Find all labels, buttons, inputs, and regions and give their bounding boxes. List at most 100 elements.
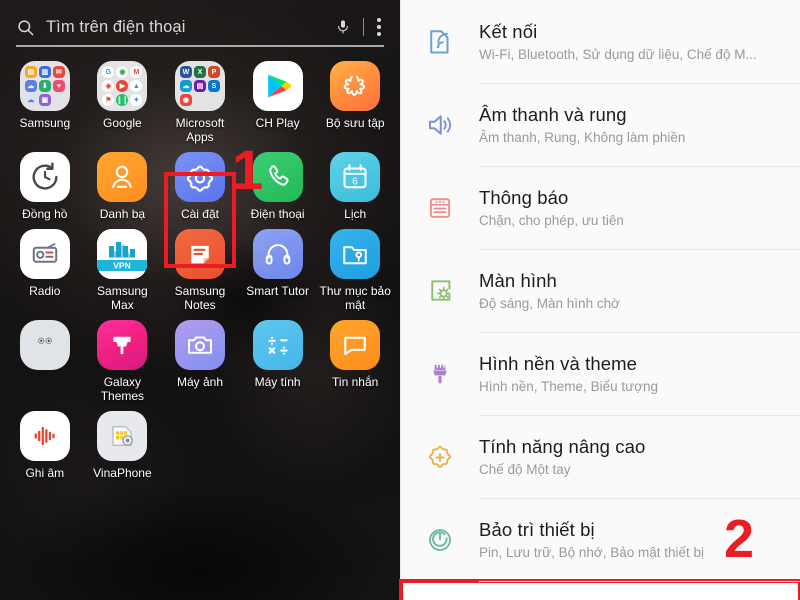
settings-row-text: Âm thanh và rung Âm thanh, Rung, Không l…: [479, 103, 786, 147]
samsung-max-vpn-icon: VPN: [97, 229, 148, 279]
settings-row-subtitle: Chặn, cho phép, ưu tiên: [479, 212, 624, 228]
settings-row-device-maintenance[interactable]: Bảo trì thiết bị Pin, Lưu trữ, Bộ nhớ, B…: [401, 498, 800, 581]
app-item-calculator[interactable]: Máy tính: [239, 320, 317, 403]
settings-row-text: Hình nền và theme Hình nền, Theme, Biểu …: [479, 352, 786, 396]
settings-row-sound-vibration[interactable]: Âm thanh và rung Âm thanh, Rung, Không l…: [401, 83, 800, 166]
settings-row-advanced-features[interactable]: Tính năng nâng cao Chế độ Một tay: [401, 415, 800, 498]
settings-row-title: Kết nối: [479, 20, 538, 42]
app-label: Danh bạ: [99, 207, 146, 221]
messages-icon: [330, 320, 381, 370]
app-label: Radio: [29, 284, 61, 298]
app-item-camera[interactable]: Máy ảnh: [161, 320, 239, 403]
app-item-galaxy-themes[interactable]: Galaxy Themes: [84, 320, 162, 403]
app-item-microsoft-apps[interactable]: WXP ☁ ▤ S ◉ Microsoft Apps: [161, 61, 239, 144]
settings-row-text: Màn hình Độ sáng, Màn hình chờ: [479, 269, 786, 313]
settings-row-subtitle: Độ sáng, Màn hình chờ: [479, 295, 620, 311]
app-item-google[interactable]: G ◉ M ◈ ▶ ▲ ⚑ ❙❙ ✦ Google: [84, 61, 162, 144]
radio-icon: [19, 229, 70, 279]
calculator-icon: [252, 320, 303, 370]
contacts-icon: [97, 152, 148, 202]
clock-icon: [19, 152, 70, 202]
google-play-icon: [252, 61, 303, 111]
home-screen-panel: Tìm trên điện thoại ▤ ▥ ✉ ☁ ⬇ ♥ ☁ ▣ Samsung: [0, 0, 400, 600]
app-label: Tin nhắn: [332, 375, 379, 389]
search-placeholder: Tìm trên điện thoại: [46, 17, 186, 36]
settings-row-subtitle: Hình nền, Theme, Biểu tượng: [479, 378, 658, 394]
app-item-calendar[interactable]: 6 Lịch: [316, 152, 394, 221]
app-item-radio[interactable]: Radio: [6, 229, 84, 312]
svg-text:VPN: VPN: [114, 261, 131, 271]
advanced-features-icon: [419, 442, 461, 472]
settings-row-text: Thông báo Chặn, cho phép, ưu tiên: [479, 186, 786, 230]
app-item-clock[interactable]: Đồng hồ: [6, 152, 84, 221]
app-item-samsung-notes[interactable]: Samsung Notes: [161, 229, 239, 312]
microphone-icon[interactable]: [335, 16, 351, 38]
settings-row-title: Tính năng nâng cao: [479, 435, 646, 457]
app-item-secure-folder[interactable]: Thư mục bảo mật: [316, 229, 394, 312]
app-label: Google: [103, 116, 142, 130]
samsung-folder-icon: ▤ ▥ ✉ ☁ ⬇ ♥ ☁ ▣: [19, 61, 70, 111]
sim-card-icon: [97, 411, 148, 461]
app-item-robot[interactable]: [6, 320, 84, 403]
settings-row-title: Âm thanh và rung: [479, 103, 627, 125]
connections-icon: [419, 27, 461, 57]
app-label: Microsoft Apps: [175, 116, 225, 144]
secure-folder-icon: [330, 229, 381, 279]
google-folder-icon: G ◉ M ◈ ▶ ▲ ⚑ ❙❙ ✦: [97, 61, 148, 111]
app-label: Bộ sưu tập: [325, 116, 385, 130]
app-label: Máy ảnh: [176, 375, 223, 389]
settings-row-text: Tính năng nâng cao Chế độ Một tay: [479, 435, 786, 479]
app-item-messages[interactable]: Tin nhắn: [316, 320, 394, 403]
app-label: VinaPhone: [93, 466, 152, 480]
voice-recorder-icon: [19, 411, 70, 461]
app-label: Cài đặt: [180, 207, 219, 221]
annotation-marker-1: 1: [232, 138, 264, 201]
settings-row-title: Màn hình: [479, 269, 557, 291]
app-label: Lịch: [344, 207, 367, 221]
settings-row-wallpaper-theme[interactable]: Hình nền và theme Hình nền, Theme, Biểu …: [401, 332, 800, 415]
app-item-vinaphone[interactable]: VinaPhone: [84, 411, 162, 480]
settings-gear-icon: [174, 152, 225, 202]
app-label: Điện thoại: [250, 207, 305, 221]
settings-list-panel: Kết nối Wi-Fi, Bluetooth, Sử dụng dữ liệ…: [399, 0, 800, 600]
settings-row-subtitle: Âm thanh, Rung, Không làm phiền: [479, 129, 686, 145]
search-bar[interactable]: Tìm trên điện thoại: [16, 9, 384, 47]
app-grid: ▤ ▥ ✉ ☁ ⬇ ♥ ☁ ▣ Samsung G ◉ M ◈ ▶ ▲ ⚑ ❙❙ ✦ Google: [0, 47, 400, 480]
more-options-icon[interactable]: [377, 18, 381, 36]
app-label: Samsung: [19, 116, 71, 130]
settings-row-apps[interactable]: Ứng dụng Ứng dụng mặc định, Cấp quyền ứn…: [399, 579, 800, 600]
gallery-icon: [330, 61, 381, 111]
app-item-ch-play[interactable]: CH Play: [239, 61, 317, 144]
screenshot-root: Tìm trên điện thoại ▤ ▥ ✉ ☁ ⬇ ♥ ☁ ▣ Samsung: [0, 0, 800, 600]
app-item-samsung[interactable]: ▤ ▥ ✉ ☁ ⬇ ♥ ☁ ▣ Samsung: [6, 61, 84, 144]
app-item-settings[interactable]: Cài đặt: [161, 152, 239, 221]
settings-row-notifications[interactable]: Thông báo Chặn, cho phép, ưu tiên: [401, 166, 800, 249]
samsung-notes-icon: [174, 229, 225, 279]
settings-row-text: Kết nối Wi-Fi, Bluetooth, Sử dụng dữ liệ…: [479, 20, 786, 64]
app-item-gallery[interactable]: Bộ sưu tập: [316, 61, 394, 144]
search-icon: [16, 18, 35, 37]
svg-text:6: 6: [352, 177, 358, 188]
settings-row-display[interactable]: Màn hình Độ sáng, Màn hình chờ: [401, 249, 800, 332]
app-label: Galaxy Themes: [100, 375, 145, 403]
toolbar-divider: [363, 18, 364, 36]
app-label: CH Play: [255, 116, 300, 130]
app-item-smart-tutor[interactable]: Smart Tutor: [239, 229, 317, 312]
app-label: Thư mục bảo mật: [319, 284, 391, 312]
settings-row-connections[interactable]: Kết nối Wi-Fi, Bluetooth, Sử dụng dữ liệ…: [401, 0, 800, 83]
wallpaper-theme-icon: [419, 360, 461, 388]
app-item-samsung-max[interactable]: VPN Samsung Max: [84, 229, 162, 312]
app-item-contacts[interactable]: Danh bạ: [84, 152, 162, 221]
settings-row-title: Thông báo: [479, 186, 569, 208]
settings-row-subtitle: Chế độ Một tay: [479, 461, 571, 477]
app-label: Đồng hồ: [22, 207, 68, 221]
display-icon: [419, 276, 461, 305]
microsoft-folder-icon: WXP ☁ ▤ S ◉: [174, 61, 225, 111]
app-label: Samsung Max: [97, 284, 148, 312]
app-label: Ghi âm: [25, 466, 65, 480]
app-item-voice-recorder[interactable]: Ghi âm: [6, 411, 84, 480]
sound-vibration-icon: [419, 110, 461, 140]
calendar-icon: 6: [330, 152, 381, 202]
device-maintenance-icon: [419, 525, 461, 555]
settings-row-title: Hình nền và theme: [479, 352, 638, 374]
